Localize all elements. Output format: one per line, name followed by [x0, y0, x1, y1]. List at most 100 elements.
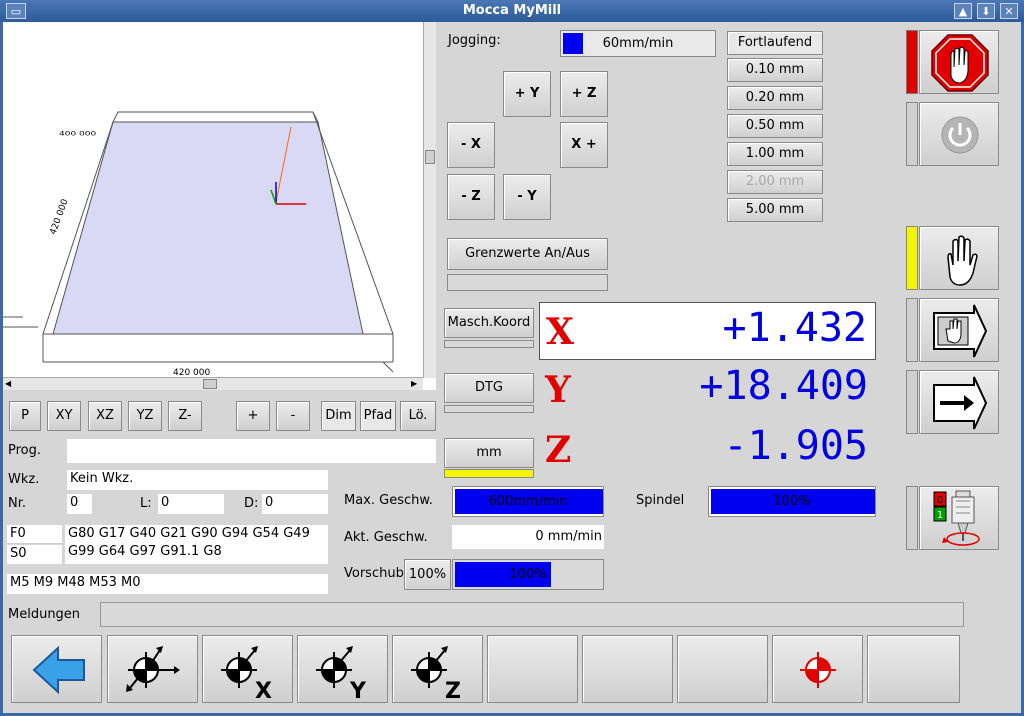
stop-hand-icon: [931, 34, 989, 92]
messages-label: Meldungen: [8, 607, 81, 622]
view-perspective-button[interactable]: P: [9, 401, 41, 431]
current-speed-field: 0 mm/min: [452, 525, 604, 549]
limits-indicator: [447, 274, 608, 291]
step-0-20-button[interactable]: 0.20 mm: [727, 86, 823, 110]
zero-x-button[interactable]: X: [202, 635, 293, 704]
view-yz-button[interactable]: YZ: [128, 401, 162, 431]
machine-coordinates-indicator: [444, 340, 534, 348]
step-2-00-button: 2.00 mm: [727, 170, 823, 194]
hand-icon: [947, 235, 978, 286]
back-arrow-icon: [32, 645, 85, 695]
unit-indicator: [444, 469, 534, 478]
step-continuous-button[interactable]: Fortlaufend: [727, 31, 823, 55]
window-title: Mocca MyMill: [462, 3, 562, 18]
zero-z-button[interactable]: Z: [392, 635, 483, 704]
scroll-left-icon[interactable]: ◀: [5, 379, 11, 388]
max-speed-bar: 600mm/min: [452, 486, 604, 517]
title-bar: ▭ Mocca MyMill ▲ ⬇ ✕: [0, 0, 1024, 22]
messages-field: [100, 602, 964, 627]
tool-number-label: Nr.: [8, 496, 27, 511]
y-axis-value: +18.409: [699, 363, 868, 409]
run-program-button[interactable]: [919, 370, 999, 434]
horizontal-scroll-thumb[interactable]: [203, 379, 217, 389]
toolbar-empty-button-2[interactable]: [582, 635, 673, 703]
step-0-10-button[interactable]: 0.10 mm: [727, 58, 823, 82]
zero-y-icon: Y: [316, 646, 367, 704]
zero-y-button[interactable]: Y: [297, 635, 388, 704]
jog-minus-y-button[interactable]: - Y: [503, 174, 551, 220]
dimension-label-top: 400 000: [59, 130, 97, 138]
bottom-toolbar: X Y Z: [6, 630, 964, 706]
tool-diameter-field: 0: [262, 494, 328, 514]
feed-override-reset-button[interactable]: 100%: [404, 559, 451, 590]
jog-speed-slider[interactable]: 60mm/min: [560, 30, 716, 57]
vertical-scrollbar[interactable]: [423, 22, 436, 378]
jogging-label: Jogging:: [448, 33, 501, 48]
emergency-stop-button[interactable]: [919, 30, 999, 94]
step-0-50-button[interactable]: 0.50 mm: [727, 114, 823, 138]
distance-to-go-button[interactable]: DTG: [444, 373, 534, 403]
zero-all-axes-button[interactable]: [107, 635, 198, 703]
toolbar-empty-button-1[interactable]: [487, 635, 578, 703]
feed-override-slider[interactable]: 100%: [452, 559, 604, 590]
gcode-line-2: G99 G64 G97 G91.1 G8: [68, 544, 222, 559]
tool-number-field: 0: [67, 494, 92, 514]
spindle-speed-value: 100%: [773, 494, 811, 509]
vertical-scroll-thumb[interactable]: [425, 150, 435, 164]
zoom-in-button[interactable]: +: [236, 401, 270, 431]
current-speed-label: Akt. Geschw.: [344, 530, 428, 545]
spindle-code-field: S0: [7, 545, 62, 564]
clear-path-button[interactable]: Lö.: [400, 401, 436, 431]
jog-minus-z-button[interactable]: - Z: [447, 174, 495, 220]
toolbar-empty-button-4[interactable]: [867, 635, 960, 703]
close-button[interactable]: ✕: [1000, 3, 1018, 19]
single-step-button[interactable]: [919, 298, 999, 362]
jog-plus-z-button[interactable]: + Z: [560, 71, 608, 117]
goto-zero-icon: [800, 652, 836, 688]
step-1-00-button[interactable]: 1.00 mm: [727, 142, 823, 166]
dimensions-toggle-button[interactable]: Dim: [321, 401, 356, 431]
tool-length-label: L:: [140, 496, 152, 511]
view-z-minus-button[interactable]: Z-: [168, 401, 202, 431]
program-field[interactable]: [67, 439, 436, 463]
machine-coordinates-button[interactable]: Masch.Koord: [444, 308, 534, 338]
unit-toggle-button[interactable]: mm: [444, 438, 534, 468]
single-step-indicator: [906, 298, 918, 362]
minimize-button[interactable]: ⬇: [977, 3, 995, 19]
power-icon: [941, 116, 979, 154]
maximize-button[interactable]: ▲: [954, 3, 972, 19]
zero-all-axes-icon: [126, 646, 180, 692]
jog-minus-x-button[interactable]: - X: [447, 122, 495, 168]
y-axis-letter: Y: [545, 369, 571, 411]
step-5-00-button[interactable]: 5.00 mm: [727, 198, 823, 222]
toolbar-empty-button-3[interactable]: [677, 635, 768, 703]
spindle-toggle-button[interactable]: 0 1: [919, 486, 999, 550]
scroll-right-icon[interactable]: ▶: [411, 379, 417, 388]
zoom-out-button[interactable]: -: [276, 401, 310, 431]
view-xy-button[interactable]: XY: [47, 401, 81, 431]
zero-z-icon: Z: [411, 646, 461, 704]
path-toggle-button[interactable]: Pfad: [360, 401, 396, 431]
power-button[interactable]: [919, 102, 999, 166]
jog-plus-x-button[interactable]: X +: [560, 122, 608, 168]
limits-toggle-button[interactable]: Grenzwerte An/Aus: [447, 238, 608, 270]
jog-plus-y-button[interactable]: + Y: [503, 71, 551, 117]
estop-indicator: [906, 30, 918, 94]
horizontal-scrollbar[interactable]: ◀ ▶: [3, 377, 423, 390]
x-axis-value: +1.432: [722, 305, 868, 351]
run-indicator: [906, 370, 918, 434]
pause-button[interactable]: [919, 226, 999, 290]
z-axis-letter: Z: [545, 429, 572, 471]
z-axis-readout: Z -1.905: [539, 421, 876, 479]
view-xz-button[interactable]: XZ: [88, 401, 122, 431]
step-hand-arrow-icon: [933, 304, 988, 358]
max-speed-value: 600mm/min: [488, 494, 568, 509]
back-button[interactable]: [11, 635, 102, 703]
tool-length-field: 0: [158, 494, 224, 514]
goto-zero-button[interactable]: [772, 635, 863, 703]
tool-field: Kein Wkz.: [67, 470, 328, 490]
svg-text:0: 0: [937, 495, 943, 506]
feed-override-value: 100%: [509, 567, 547, 582]
y-axis-readout: Y +18.409: [539, 361, 876, 419]
toolpath-view[interactable]: 400 000 420 000 420 000 ◀ ▶: [3, 22, 436, 390]
